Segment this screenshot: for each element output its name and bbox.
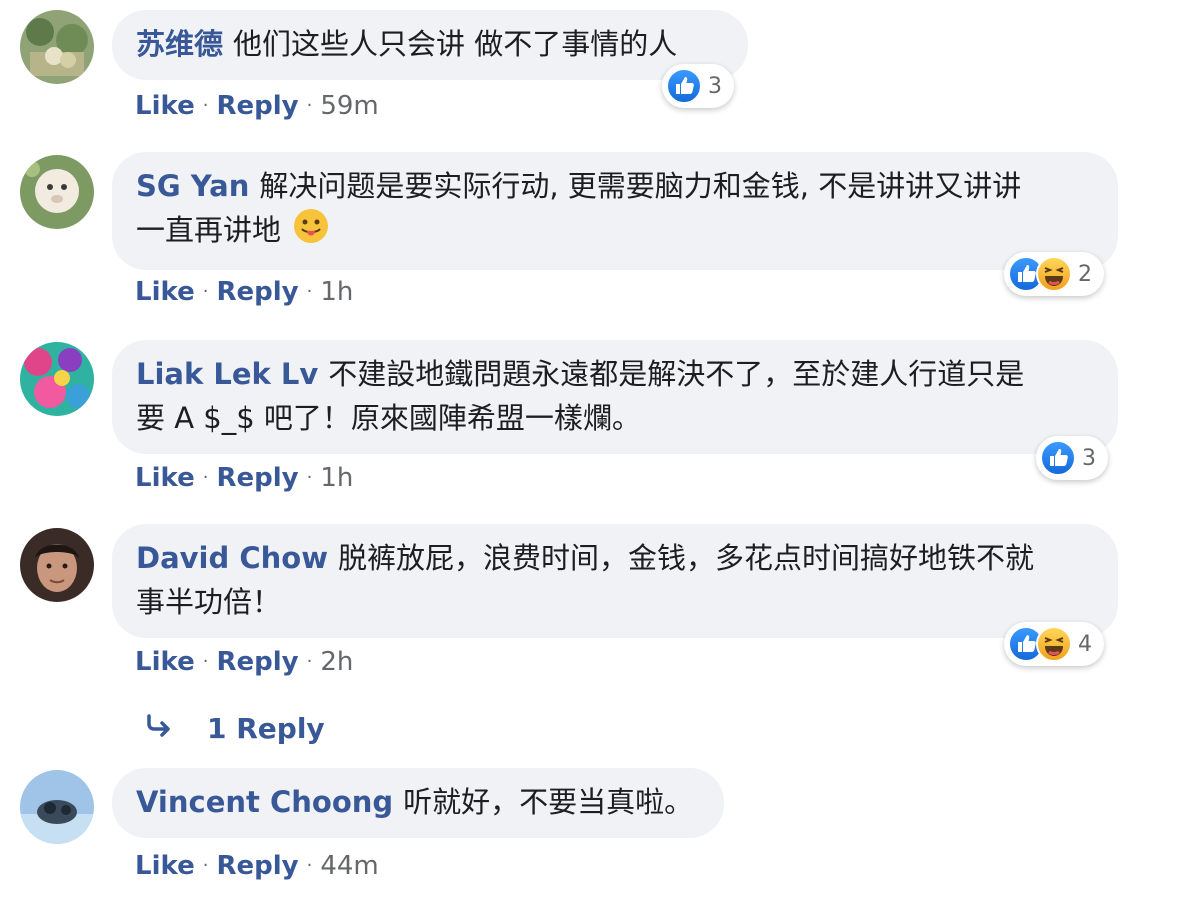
- reaction-summary[interactable]: 4: [1004, 622, 1104, 666]
- comment-text: 一直再讲地: [136, 213, 282, 247]
- view-replies-link[interactable]: 1 Reply: [145, 712, 325, 745]
- like-link[interactable]: Like: [135, 90, 195, 122]
- comment-bubble: Liak Lek Lv 不建設地鐵問題永遠都是解決不了，至於建人行道只是 要 A …: [112, 340, 1118, 454]
- comment-bubble: David Chow 脱裤放屁，浪费时间，金钱，多花点时间搞好地铁不就 事半功倍！: [112, 524, 1118, 638]
- comment-author[interactable]: SG Yan: [136, 169, 249, 203]
- reply-link[interactable]: Reply: [216, 276, 298, 308]
- separator-dot: ·: [306, 95, 313, 116]
- like-reaction-icon: [666, 68, 702, 104]
- reaction-summary[interactable]: 3: [662, 64, 734, 108]
- comment-actions: Like · Reply · 44m: [135, 850, 379, 882]
- comment-author[interactable]: David Chow: [136, 541, 328, 575]
- reaction-count: 4: [1078, 631, 1092, 657]
- reaction-count: 2: [1078, 261, 1092, 287]
- like-reaction-icon: [1040, 440, 1076, 476]
- view-replies-label: 1 Reply: [207, 712, 325, 745]
- comment-text: 不建設地鐵問題永遠都是解決不了，至於建人行道只是: [328, 357, 1025, 391]
- comment-actions: Like · Reply · 1h: [135, 276, 353, 308]
- avatar[interactable]: [20, 770, 94, 844]
- like-link[interactable]: Like: [135, 850, 195, 882]
- avatar[interactable]: [20, 155, 94, 229]
- separator-dot: ·: [306, 467, 313, 488]
- reaction-count: 3: [1082, 445, 1096, 471]
- separator-dot: ·: [202, 651, 209, 672]
- reply-link[interactable]: Reply: [216, 90, 298, 122]
- reply-link[interactable]: Reply: [216, 646, 298, 678]
- separator-dot: ·: [202, 95, 209, 116]
- reaction-summary[interactable]: 2: [1004, 252, 1104, 296]
- comment-timestamp[interactable]: 1h: [320, 276, 353, 308]
- comment-actions: Like · Reply · 2h: [135, 646, 353, 678]
- comment-author[interactable]: 苏维德: [136, 27, 223, 61]
- comment-timestamp[interactable]: 59m: [320, 90, 378, 122]
- comment-timestamp[interactable]: 1h: [320, 462, 353, 494]
- reply-arrow-icon: [145, 712, 207, 745]
- comment-text: 事半功倍！: [136, 585, 282, 619]
- comment-author[interactable]: Liak Lek Lv: [136, 357, 318, 391]
- comment-timestamp[interactable]: 2h: [320, 646, 353, 678]
- comment-text: 解决问题是要实际行动, 更需要脑力和金钱, 不是讲讲又讲讲: [259, 169, 1022, 203]
- comment-text: 脱裤放屁，浪费时间，金钱，多花点时间搞好地铁不就: [337, 541, 1034, 575]
- separator-dot: ·: [306, 651, 313, 672]
- like-link[interactable]: Like: [135, 276, 195, 308]
- avatar[interactable]: [20, 10, 94, 84]
- comment-bubble: SG Yan 解决问题是要实际行动, 更需要脑力和金钱, 不是讲讲又讲讲 一直再讲…: [112, 152, 1118, 270]
- comment-text: 听就好，不要当真啦。: [403, 785, 694, 819]
- like-link[interactable]: Like: [135, 462, 195, 494]
- avatar[interactable]: [20, 342, 94, 416]
- comment-bubble: 苏维德 他们这些人只会讲 做不了事情的人: [112, 10, 748, 80]
- comment-actions: Like · Reply · 59m: [135, 90, 379, 122]
- comment-author[interactable]: Vincent Choong: [136, 785, 393, 819]
- comment-text: 要 A $_$ 吧了！原來國陣希盟一樣爛。: [136, 401, 641, 435]
- separator-dot: ·: [202, 281, 209, 302]
- avatar[interactable]: [20, 528, 94, 602]
- separator-dot: ·: [306, 281, 313, 302]
- like-link[interactable]: Like: [135, 646, 195, 678]
- comment-bubble: Vincent Choong 听就好，不要当真啦。: [112, 768, 724, 838]
- comment-text: 他们这些人只会讲 做不了事情的人: [233, 27, 678, 61]
- reply-link[interactable]: Reply: [216, 462, 298, 494]
- haha-reaction-icon: [1036, 626, 1072, 662]
- separator-dot: ·: [202, 467, 209, 488]
- reply-link[interactable]: Reply: [216, 850, 298, 882]
- reaction-count: 3: [708, 73, 722, 99]
- comment-timestamp[interactable]: 44m: [320, 850, 378, 882]
- reaction-summary[interactable]: 3: [1036, 436, 1108, 480]
- separator-dot: ·: [202, 855, 209, 876]
- separator-dot: ·: [306, 855, 313, 876]
- comment-actions: Like · Reply · 1h: [135, 462, 353, 494]
- tongue-out-emoji-icon: [293, 208, 329, 256]
- haha-reaction-icon: [1036, 256, 1072, 292]
